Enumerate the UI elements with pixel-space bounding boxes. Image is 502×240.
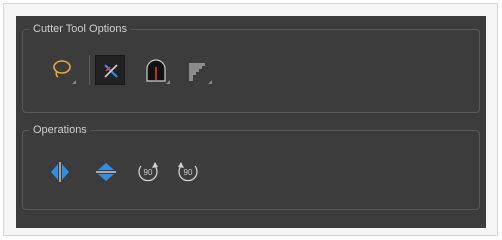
cutter-tool-options-group: Cutter Tool Options: [22, 20, 480, 113]
rotate-90-ccw-icon: 90: [178, 162, 198, 182]
cutter-tool-options-title: Cutter Tool Options: [29, 20, 131, 38]
tool-properties-panel: Cutter Tool Options Operations 90 90: [16, 16, 486, 228]
flip-vertical-button[interactable]: [93, 159, 119, 185]
flip-vertical-icon: [96, 163, 116, 181]
rotate-90-ccw-button[interactable]: 90: [175, 159, 201, 185]
toolbar-separator: [89, 55, 90, 85]
rotate-90-cw-icon: 90: [138, 162, 158, 182]
marquee-arch-tool-button[interactable]: [141, 55, 171, 85]
submenu-corner-icon: [208, 80, 212, 84]
lasso-tool-button[interactable]: [47, 55, 77, 85]
rotate-cw-label: 90: [144, 168, 153, 177]
stair-shape-tool-button[interactable]: [183, 55, 213, 85]
cutter-cross-icon: [104, 64, 118, 78]
operations-title: Operations: [29, 121, 91, 139]
rotate-ccw-label: 90: [184, 168, 193, 177]
submenu-corner-icon: [166, 80, 170, 84]
rotate-90-cw-button[interactable]: 90: [135, 159, 161, 185]
flip-horizontal-button[interactable]: [47, 159, 73, 185]
submenu-corner-icon: [72, 80, 76, 84]
cutter-cross-button[interactable]: [95, 55, 125, 85]
flip-horizontal-icon: [51, 162, 69, 182]
operations-group: Operations 90 90: [22, 121, 480, 210]
